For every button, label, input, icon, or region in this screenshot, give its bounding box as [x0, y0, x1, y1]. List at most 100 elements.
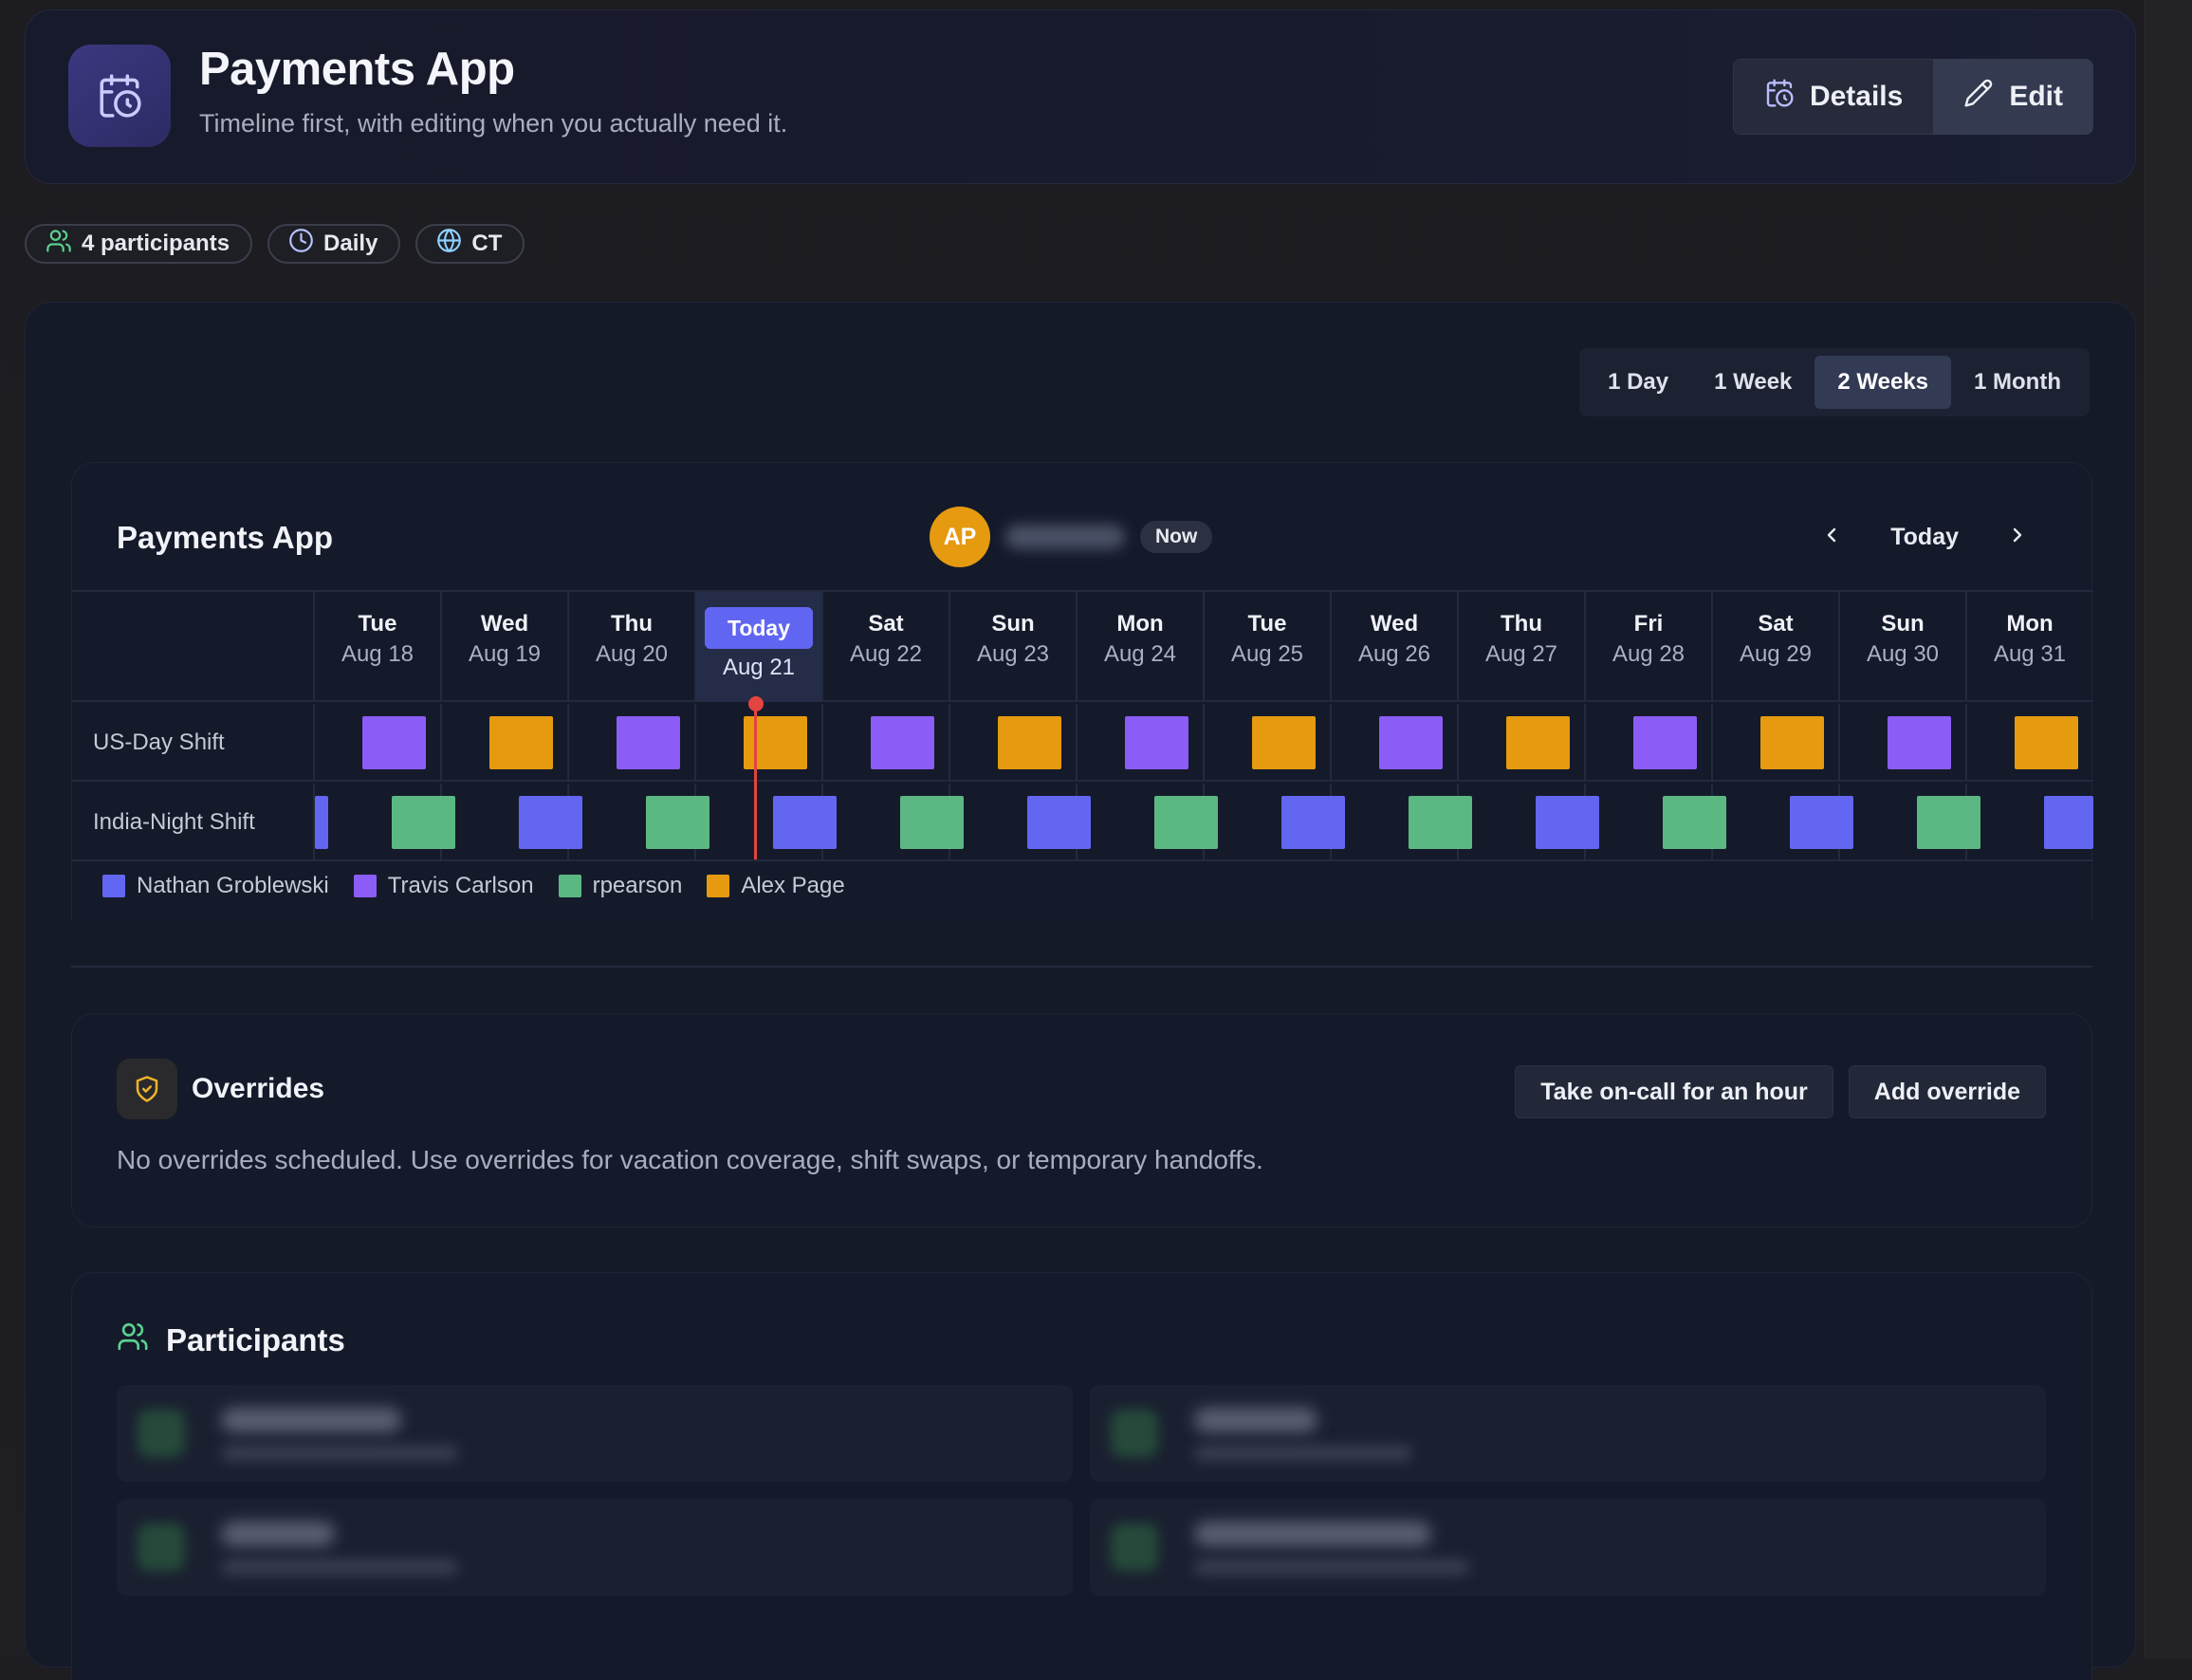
day-date: Aug 24 — [1103, 641, 1177, 667]
shift-block[interactable] — [773, 796, 837, 849]
day-column: Sat Aug 22 — [821, 592, 949, 702]
current-oncall: AP Now — [930, 507, 1213, 567]
shift-block[interactable] — [1760, 716, 1824, 769]
avatar — [138, 1523, 185, 1571]
day-name: Sun — [991, 611, 1035, 637]
participant-card[interactable] — [1090, 1499, 2046, 1596]
participant-email-redacted — [1194, 1560, 1469, 1575]
shift-block[interactable] — [1154, 796, 1218, 849]
details-button[interactable]: Details — [1732, 59, 1934, 135]
main-card: 1 Day 1 Week 2 Weeks 1 Month Payments Ap… — [25, 302, 2136, 1680]
pencil-icon — [1963, 78, 1994, 116]
column-divider — [567, 704, 569, 782]
day-column: Sun Aug 23 — [949, 592, 1076, 702]
participant-card[interactable] — [117, 1499, 1073, 1596]
participant-card[interactable] — [1090, 1385, 2046, 1482]
take-oncall-button[interactable]: Take on-call for an hour — [1515, 1065, 1833, 1118]
shift-block[interactable] — [1506, 716, 1570, 769]
oncall-name-redacted — [1005, 525, 1125, 549]
day-name: Sat — [1758, 611, 1794, 637]
column-divider — [1838, 704, 1840, 782]
legend-label: rpearson — [592, 873, 683, 898]
day-name: Thu — [1501, 611, 1542, 637]
shift-block[interactable] — [392, 796, 455, 849]
day-column: Sun Aug 30 — [1838, 592, 1965, 702]
shift-block[interactable] — [900, 796, 964, 849]
shift-block[interactable] — [519, 796, 582, 849]
day-column: Wed Aug 26 — [1330, 592, 1457, 702]
day-column: Mon Aug 24 — [1076, 592, 1203, 702]
schedule-title: Payments App — [117, 520, 334, 555]
rotation-chip-label: Daily — [323, 231, 378, 256]
shift-block[interactable] — [1027, 796, 1091, 849]
scrollbar[interactable] — [2145, 0, 2192, 1658]
shift-block[interactable] — [1633, 716, 1697, 769]
day-date: Aug 31 — [1993, 641, 2067, 667]
shift-block[interactable] — [646, 796, 709, 849]
participant-email-redacted — [221, 1446, 458, 1461]
now-indicator-dot — [748, 696, 764, 711]
shift-block[interactable] — [1888, 716, 1951, 769]
page-title: Payments App — [199, 44, 515, 95]
add-override-button[interactable]: Add override — [1848, 1065, 2046, 1118]
tab-2-weeks[interactable]: 2 Weeks — [1814, 356, 1952, 409]
day-date: Aug 30 — [1866, 641, 1940, 667]
schedule-meta-chips: 4 participants Daily CT — [25, 224, 525, 264]
shift-block[interactable] — [1281, 796, 1345, 849]
shift-block[interactable] — [871, 716, 934, 769]
shift-block[interactable] — [1917, 796, 1980, 849]
shift-block[interactable] — [1663, 796, 1726, 849]
shift-block[interactable] — [1536, 796, 1599, 849]
divider — [71, 966, 2092, 968]
next-button[interactable] — [2004, 524, 2031, 550]
rotation-chip: Daily — [267, 224, 401, 264]
participant-name-redacted — [1194, 1408, 1317, 1432]
header-actions: Details Edit — [1732, 59, 2093, 135]
shift-block[interactable] — [617, 716, 680, 769]
column-divider — [1711, 704, 1713, 782]
column-divider — [1330, 704, 1332, 782]
shift-block[interactable] — [998, 716, 1061, 769]
participants-section: Participants — [71, 1272, 2092, 1680]
tab-1-week[interactable]: 1 Week — [1691, 356, 1814, 409]
day-name: Tue — [1247, 611, 1287, 637]
day-date: Aug 25 — [1230, 641, 1304, 667]
day-header-row: Tue Aug 18 Wed Aug 19 Thu Aug 20 Today Aug 21 Sa… — [72, 592, 2093, 702]
edit-button[interactable]: Edit — [1933, 59, 2093, 135]
legend: Nathan Groblewski Travis Carlson rpearson A… — [102, 873, 845, 899]
today-button[interactable]: Today — [1890, 524, 1959, 551]
day-column: Tue Aug 25 — [1203, 592, 1330, 702]
day-name: Wed — [480, 611, 529, 637]
shift-block[interactable] — [1790, 796, 1853, 849]
legend-item: Alex Page — [707, 873, 845, 899]
range-tabs: 1 Day 1 Week 2 Weeks 1 Month — [1579, 348, 2090, 416]
app-root: Payments App Timeline first, with editin… — [0, 0, 2145, 1680]
globe-icon — [436, 228, 462, 260]
clock-icon — [288, 228, 314, 260]
shift-block[interactable] — [489, 716, 553, 769]
shift-block[interactable] — [2015, 716, 2078, 769]
column-divider — [949, 704, 950, 782]
legend-swatch — [102, 875, 125, 897]
tab-1-month[interactable]: 1 Month — [1951, 356, 2084, 409]
today-badge: Today — [704, 607, 814, 649]
shift-block[interactable] — [362, 716, 426, 769]
day-name: Tue — [358, 611, 397, 637]
shift-block[interactable] — [2044, 796, 2093, 849]
timeline-grid: Tue Aug 18 Wed Aug 19 Thu Aug 20 Today Aug 21 Sa… — [72, 590, 2093, 861]
chevron-left-icon — [1820, 524, 1843, 551]
day-date: Aug 21 — [722, 655, 796, 680]
participants-header: Participants — [117, 1320, 345, 1360]
shift-block[interactable] — [1379, 716, 1443, 769]
previous-button[interactable] — [1818, 524, 1845, 550]
shift-block[interactable] — [1125, 716, 1188, 769]
avatar — [138, 1410, 185, 1457]
chevron-right-icon — [2006, 524, 2029, 551]
shift-block[interactable] — [1409, 796, 1472, 849]
shift-block[interactable] — [315, 796, 328, 849]
participant-card[interactable] — [117, 1385, 1073, 1482]
shift-block[interactable] — [1252, 716, 1316, 769]
day-name: Sun — [1881, 611, 1925, 637]
tab-1-day[interactable]: 1 Day — [1585, 356, 1691, 409]
legend-label: Nathan Groblewski — [137, 873, 329, 898]
